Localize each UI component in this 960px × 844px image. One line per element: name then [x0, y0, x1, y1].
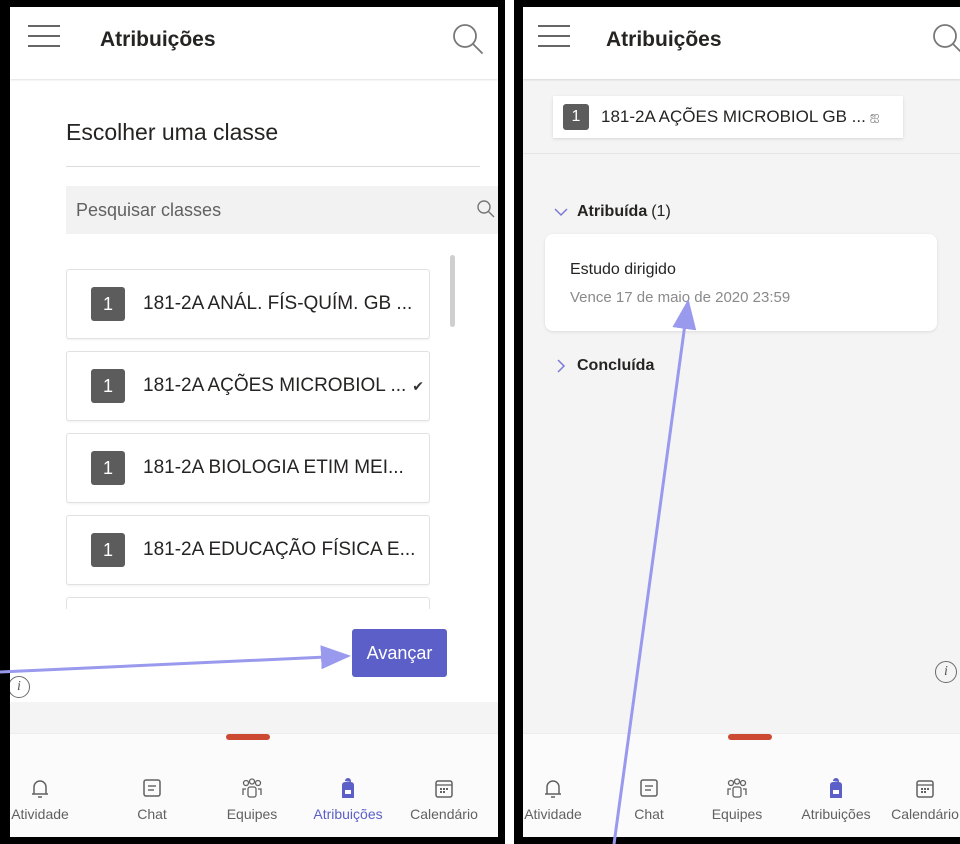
calendar-icon	[435, 780, 453, 798]
bottom-tab-bar: Atividade Chat Equipes Atribuições Calen…	[10, 733, 498, 837]
check-icon: ✔	[412, 377, 425, 394]
class-name: 181-2A ANÁL. FÍS-QUÍM. GB ...	[143, 293, 413, 314]
class-badge: 1	[91, 451, 125, 485]
section-label: Atribuída	[577, 203, 648, 220]
assigned-section-toggle[interactable]: Atribuída (1)	[553, 203, 671, 221]
left-screen: Atribuições Escolher uma classe 1 181-2A…	[10, 7, 498, 837]
tab-atividade[interactable]: Atividade	[10, 776, 88, 822]
backpack-icon	[830, 778, 842, 798]
page-title: Atribuições	[606, 28, 722, 51]
tab-label: Atividade	[11, 806, 69, 822]
class-search-box	[66, 186, 498, 234]
tab-label: Chat	[137, 806, 167, 822]
tab-label: Chat	[634, 806, 664, 822]
assignment-card[interactable]: Estudo dirigido Vence 17 de maio de 2020…	[545, 234, 937, 331]
tab-chat[interactable]: Chat	[104, 776, 200, 822]
tab-atribuicoes[interactable]: Atribuições	[300, 776, 396, 822]
teams-icon	[727, 778, 747, 798]
completed-section-toggle[interactable]: Concluída	[553, 357, 654, 375]
right-screen: Atribuições 1 181-2A AÇÕES MICROBIOL GB …	[523, 7, 960, 837]
class-item-selected[interactable]: 1 181-2A AÇÕES MICROBIOL ... ✔	[66, 351, 430, 421]
tab-calendario[interactable]: Calendário	[877, 776, 960, 822]
class-search-input[interactable]	[66, 186, 498, 234]
tab-chat[interactable]: Chat	[601, 776, 697, 822]
search-icon[interactable]	[448, 19, 488, 59]
tab-atividade[interactable]: Atividade	[523, 776, 601, 822]
tab-calendario[interactable]: Calendário	[396, 776, 492, 822]
chevron-down-icon	[554, 208, 568, 217]
class-item-partial[interactable]	[66, 597, 430, 609]
search-icon[interactable]	[476, 199, 496, 219]
class-badge: 1	[91, 287, 125, 321]
tab-label: Calendário	[891, 806, 959, 822]
tab-equipes[interactable]: Equipes	[689, 776, 785, 822]
class-name: 181-2A EDUCAÇÃO FÍSICA E...	[143, 539, 416, 560]
search-icon[interactable]	[928, 19, 960, 59]
class-list: 1 181-2A ANÁL. FÍS-QUÍM. GB ... 1 181-2A…	[66, 269, 430, 609]
tab-label: Equipes	[226, 806, 278, 822]
class-item[interactable]: 1 181-2A BIOLOGIA ETIM MEI...	[66, 433, 430, 503]
left-phone-frame: Atribuições Escolher uma classe 1 181-2A…	[0, 0, 505, 844]
divider	[523, 153, 960, 154]
class-picker-panel: Escolher uma classe 1 181-2A ANÁL. FÍS-Q…	[10, 79, 498, 702]
tab-label: Atribuições	[801, 806, 871, 822]
tab-label: Atribuições	[313, 806, 383, 822]
assignment-due-date: Vence 17 de maio de 2020 23:59	[570, 289, 791, 306]
menu-icon[interactable]	[28, 25, 60, 49]
calendar-icon	[916, 780, 934, 798]
tab-label: Calendário	[410, 806, 478, 822]
class-selector[interactable]: 1 181-2A AÇÕES MICROBIOL GB ... ஐ	[553, 96, 903, 138]
chat-icon	[640, 779, 658, 797]
right-phone-frame: Atribuições 1 181-2A AÇÕES MICROBIOL GB …	[514, 0, 960, 844]
tab-atribuicoes[interactable]: Atribuições	[788, 776, 884, 822]
section-label: Concluída	[577, 357, 655, 374]
top-bar: Atribuições	[10, 7, 498, 79]
class-item[interactable]: 1 181-2A ANÁL. FÍS-QUÍM. GB ...	[66, 269, 430, 339]
class-name: 181-2A AÇÕES MICROBIOL GB ...	[601, 107, 866, 126]
class-name: 181-2A BIOLOGIA ETIM MEI...	[143, 457, 404, 478]
team-icon: ஐ	[869, 109, 880, 123]
bell-icon	[32, 780, 48, 798]
advance-button[interactable]: Avançar	[352, 629, 447, 677]
drag-handle[interactable]	[728, 734, 772, 740]
choose-class-heading: Escolher uma classe	[66, 119, 279, 145]
tab-label: Equipes	[711, 806, 763, 822]
section-count: (1)	[651, 203, 671, 220]
top-bar: Atribuições	[523, 7, 960, 79]
divider	[66, 166, 480, 167]
class-name: 181-2A AÇÕES MICROBIOL ...	[143, 375, 407, 396]
tab-label: Atividade	[524, 806, 582, 822]
tab-equipes[interactable]: Equipes	[204, 776, 300, 822]
info-icon[interactable]: i	[935, 661, 957, 683]
chevron-right-icon	[557, 359, 566, 373]
class-badge: 1	[91, 533, 125, 567]
teams-icon	[242, 778, 262, 798]
class-item[interactable]: 1 181-2A EDUCAÇÃO FÍSICA E...	[66, 515, 430, 585]
page-title: Atribuições	[100, 28, 216, 51]
menu-icon[interactable]	[538, 25, 570, 49]
drag-handle[interactable]	[226, 734, 270, 740]
class-badge: 1	[563, 104, 589, 130]
chat-icon	[143, 779, 161, 797]
bell-icon	[545, 780, 561, 798]
assignment-title: Estudo dirigido	[570, 261, 676, 278]
bottom-tab-bar: Atividade Chat Equipes Atribuições Calen…	[523, 733, 960, 837]
class-badge: 1	[91, 369, 125, 403]
backpack-icon	[342, 778, 354, 798]
scrollbar[interactable]	[450, 255, 455, 327]
info-icon[interactable]: i	[10, 676, 30, 698]
